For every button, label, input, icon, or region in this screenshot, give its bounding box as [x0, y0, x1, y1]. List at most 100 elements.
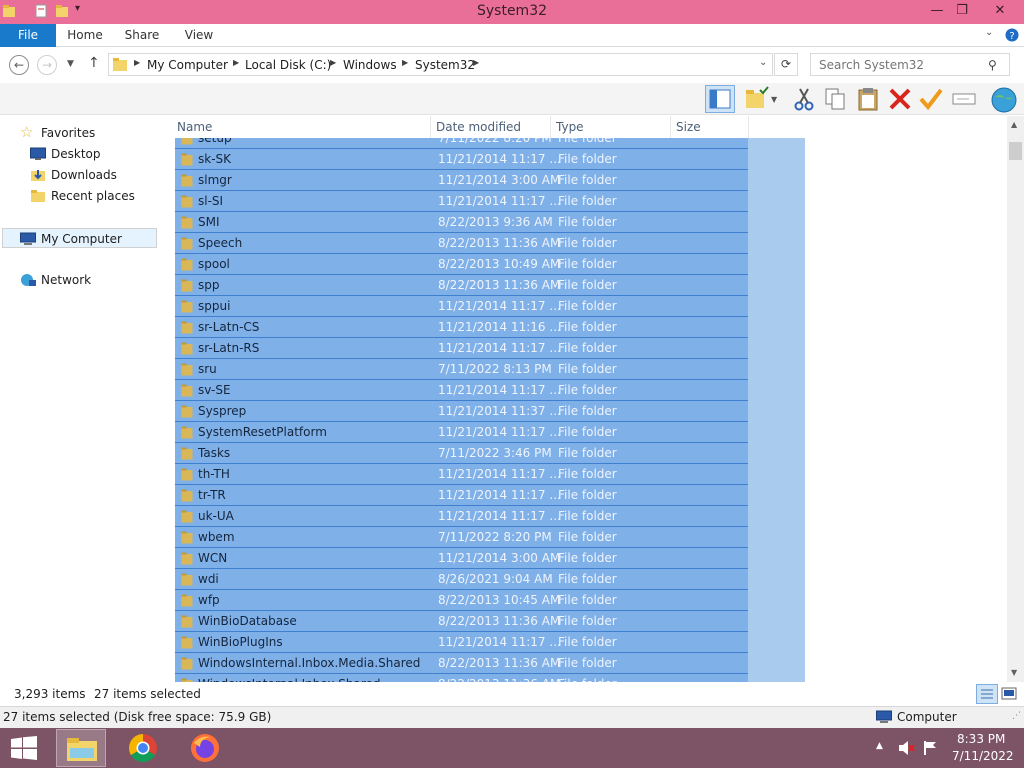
- refresh-button[interactable]: ⟳: [774, 53, 798, 76]
- nav-desktop[interactable]: Desktop: [28, 144, 158, 164]
- dropdown-icon[interactable]: ▼: [771, 95, 777, 104]
- tab-view[interactable]: View: [180, 24, 218, 47]
- show-hidden-icons[interactable]: ▲: [876, 741, 883, 751]
- file-row[interactable]: spp 8/22/2013 11:36 AM File folder: [175, 275, 748, 296]
- file-row[interactable]: wbem 7/11/2022 8:20 PM File folder: [175, 527, 748, 548]
- ribbon-tabs: File Home Share View ⌄ ?: [0, 24, 1024, 47]
- breadcrumb-local-disk[interactable]: Local Disk (C:): [245, 58, 331, 72]
- svg-text:?: ?: [1009, 31, 1014, 42]
- file-row[interactable]: sru 7/11/2022 8:13 PM File folder: [175, 359, 748, 380]
- file-date-modified: 11/21/2014 11:16 ...: [438, 320, 561, 334]
- breadcrumb-separator[interactable]: ▶: [473, 58, 479, 67]
- resize-grip-icon[interactable]: ⋰: [1012, 711, 1021, 721]
- address-dropdown-icon[interactable]: ⌄: [759, 57, 767, 68]
- tab-file[interactable]: File: [0, 24, 56, 47]
- nav-network[interactable]: Network: [18, 270, 158, 290]
- taskbar-firefox[interactable]: [180, 729, 230, 767]
- recent-places-icon: [31, 190, 45, 202]
- rename-icon[interactable]: [951, 86, 977, 112]
- folder-options-icon[interactable]: [744, 86, 770, 112]
- nav-recent-places[interactable]: Recent places: [28, 186, 158, 206]
- expand-ribbon-icon[interactable]: ⌄: [985, 27, 993, 38]
- restore-button[interactable]: ❐: [947, 0, 977, 22]
- file-row[interactable]: spool 8/22/2013 10:49 AM File folder: [175, 254, 748, 275]
- folder-icon: [181, 300, 193, 313]
- file-list[interactable]: setup 7/11/2022 8:20 PM File folder sk-SK 11…: [175, 116, 1007, 682]
- file-row[interactable]: sr-Latn-CS 11/21/2014 11:16 ... File folde…: [175, 317, 748, 338]
- action-center-flag-icon[interactable]: [922, 740, 938, 756]
- file-row[interactable]: th-TH 11/21/2014 11:17 ... File folder: [175, 464, 748, 485]
- file-row[interactable]: sk-SK 11/21/2014 11:17 ... File folder: [175, 149, 748, 170]
- file-row[interactable]: sppui 11/21/2014 11:17 ... File folder: [175, 296, 748, 317]
- breadcrumb-separator[interactable]: ▶: [134, 58, 140, 67]
- preview-pane-icon[interactable]: [705, 85, 735, 113]
- delete-icon[interactable]: [887, 86, 913, 112]
- copy-icon[interactable]: [822, 86, 848, 112]
- search-icon[interactable]: ⚲: [988, 58, 997, 72]
- address-bar[interactable]: ▶ My Computer ▶ Local Disk (C:) ▶ Window…: [108, 53, 773, 76]
- file-type: File folder: [558, 341, 617, 355]
- start-button[interactable]: [10, 736, 38, 760]
- recent-locations-icon[interactable]: ▼: [67, 59, 74, 69]
- help-icon[interactable]: ?: [1005, 28, 1019, 42]
- file-row[interactable]: WinBioPlugIns 11/21/2014 11:17 ... File fo…: [175, 632, 748, 653]
- nav-downloads[interactable]: Downloads: [28, 165, 158, 185]
- clock-time[interactable]: 8:33 PM: [957, 732, 1005, 746]
- forward-button[interactable]: →: [37, 55, 57, 75]
- file-row[interactable]: tr-TR 11/21/2014 11:17 ... File folder: [175, 485, 748, 506]
- paste-icon[interactable]: [855, 86, 881, 112]
- file-row[interactable]: wfp 8/22/2013 10:45 AM File folder: [175, 590, 748, 611]
- column-type[interactable]: Type: [554, 116, 671, 138]
- file-row[interactable]: WindowsInternal.Inbox.Shared8/22/2013 11…: [175, 674, 748, 682]
- chrome-icon: [129, 734, 157, 762]
- taskbar-chrome[interactable]: [118, 729, 168, 767]
- breadcrumb-separator[interactable]: ▶: [330, 58, 336, 67]
- column-date-modified[interactable]: Date modified: [434, 116, 551, 138]
- nav-my-computer[interactable]: My Computer: [2, 228, 157, 248]
- cut-icon[interactable]: [791, 86, 817, 112]
- file-name: Tasks: [198, 446, 231, 460]
- details-view-icon[interactable]: [976, 684, 998, 704]
- file-row[interactable]: WCN 11/21/2014 3:00 AM File folder: [175, 548, 748, 569]
- file-row[interactable]: WindowsInternal.Inbox.Media.Shared 8/22/2…: [175, 653, 748, 674]
- file-row[interactable]: sl-SI 11/21/2014 11:17 ... File folder: [175, 191, 748, 212]
- file-row[interactable]: WinBioDatabase 8/22/2013 11:36 AM File fol…: [175, 611, 748, 632]
- file-row[interactable]: uk-UA 11/21/2014 11:17 ... File folder: [175, 506, 748, 527]
- file-row[interactable]: Speech 8/22/2013 11:36 AM File folder: [175, 233, 748, 254]
- breadcrumb-windows[interactable]: Windows: [343, 58, 397, 72]
- file-row[interactable]: SystemResetPlatform 11/21/2014 11:17 ... F…: [175, 422, 748, 443]
- file-date-modified: 8/26/2021 9:04 AM: [438, 572, 553, 586]
- breadcrumb-system32[interactable]: System32: [415, 58, 475, 72]
- column-size[interactable]: Size: [674, 116, 749, 138]
- file-row[interactable]: slmgr 11/21/2014 3:00 AM File folder: [175, 170, 748, 191]
- close-button[interactable]: ✕: [987, 0, 1013, 22]
- breadcrumb-separator[interactable]: ▶: [402, 58, 408, 67]
- column-name[interactable]: Name: [175, 116, 431, 138]
- vertical-scrollbar[interactable]: ▲ ▼: [1007, 116, 1024, 682]
- file-row[interactable]: Tasks 7/11/2022 3:46 PM File folder: [175, 443, 748, 464]
- file-row[interactable]: sv-SE 11/21/2014 11:17 ... File folder: [175, 380, 748, 401]
- volume-muted-icon[interactable]: [897, 740, 915, 756]
- file-row[interactable]: Sysprep 11/21/2014 11:37 ... File folder: [175, 401, 748, 422]
- globe-icon[interactable]: [990, 86, 1018, 114]
- up-arrow-icon[interactable]: ↑: [88, 55, 100, 71]
- clock-date[interactable]: 7/11/2022: [952, 749, 1014, 763]
- taskbar-file-explorer[interactable]: [56, 729, 106, 767]
- breadcrumb-my-computer[interactable]: My Computer: [147, 58, 228, 72]
- file-row[interactable]: sr-Latn-RS 11/21/2014 11:17 ... File folde…: [175, 338, 748, 359]
- scroll-down-icon[interactable]: ▼: [1011, 668, 1017, 677]
- scroll-up-icon[interactable]: ▲: [1011, 120, 1017, 129]
- scrollbar-thumb[interactable]: [1009, 142, 1022, 160]
- nav-favorites[interactable]: ☆ Favorites: [18, 123, 158, 143]
- large-icons-view-icon[interactable]: [1001, 686, 1017, 702]
- checkmark-icon[interactable]: [918, 86, 944, 112]
- file-row[interactable]: SMI 8/22/2013 9:36 AM File folder: [175, 212, 748, 233]
- file-row[interactable]: wdi 8/26/2021 9:04 AM File folder: [175, 569, 748, 590]
- breadcrumb-separator[interactable]: ▶: [233, 58, 239, 67]
- tab-home[interactable]: Home: [64, 24, 106, 47]
- back-button[interactable]: ←: [9, 55, 29, 75]
- file-type: File folder: [558, 320, 617, 334]
- search-input[interactable]: [810, 53, 1010, 76]
- tab-share[interactable]: Share: [122, 24, 162, 47]
- file-type: File folder: [558, 362, 617, 376]
